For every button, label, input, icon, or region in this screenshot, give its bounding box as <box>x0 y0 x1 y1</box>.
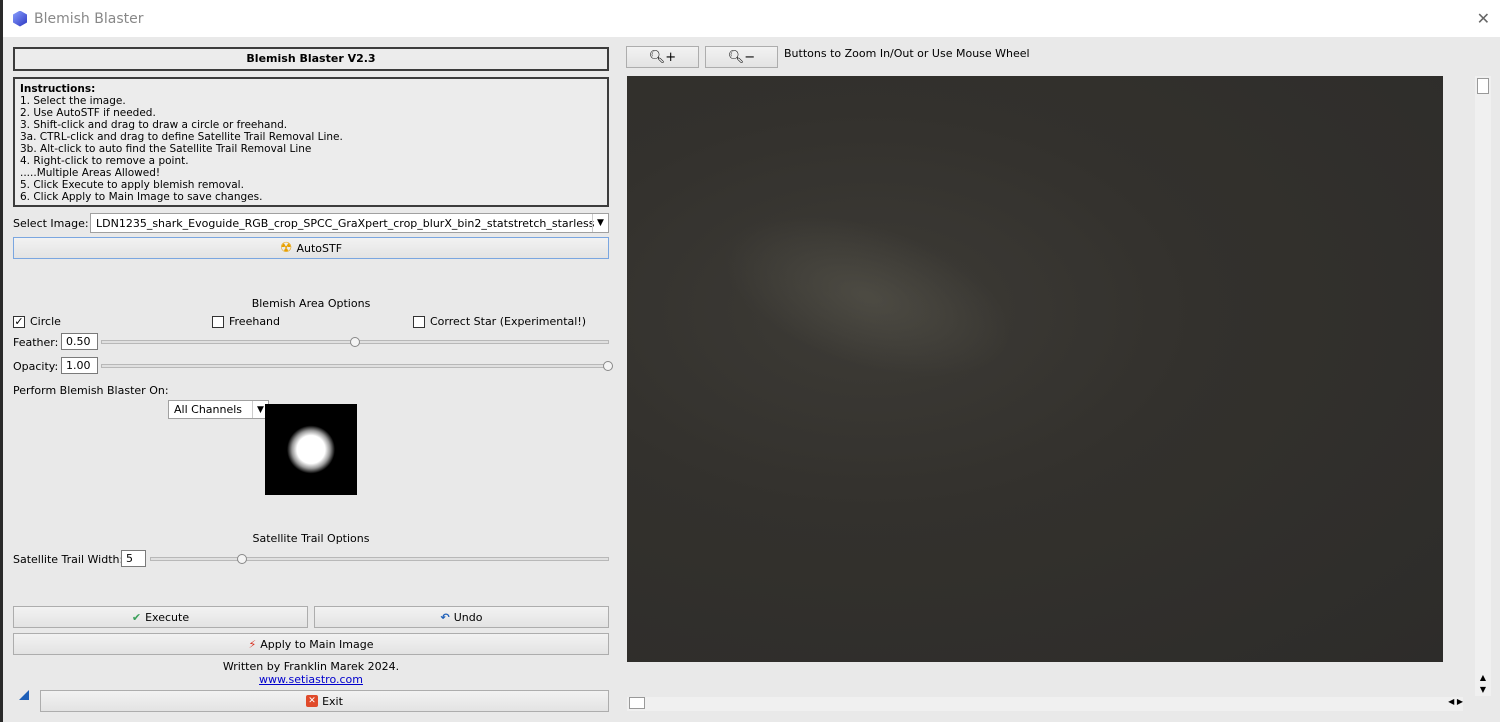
undo-button[interactable]: ↶ Undo <box>314 606 609 628</box>
instruction-line: 3. Shift-click and drag to draw a circle… <box>20 119 288 131</box>
instruction-line: 6. Click Apply to Main Image to save cha… <box>20 191 263 203</box>
autostf-label: AutoSTF <box>296 241 343 255</box>
autostf-button[interactable]: ☢ AutoSTF <box>13 237 609 259</box>
instruction-line: 1. Select the image. <box>20 95 126 107</box>
checkbox-box <box>413 315 425 328</box>
satellite-section-title: Satellite Trail Options <box>252 532 370 545</box>
trail-width-input[interactable]: 5 <box>121 550 146 567</box>
trail-width-slider-handle[interactable] <box>237 554 248 564</box>
undo-label: Undo <box>453 610 483 624</box>
scroll-arrows-icon[interactable]: ▲ ▼ <box>1475 672 1491 696</box>
image-canvas[interactable] <box>627 76 1443 662</box>
instructions: Instructions: 1. Select the image. 2. Us… <box>13 77 609 207</box>
horizontal-scrollbar[interactable]: ◀ ▶ <box>627 697 1463 711</box>
perform-on-label: Perform Blemish Blaster On: <box>13 384 169 397</box>
circle-checkbox[interactable]: ✓ Circle <box>13 315 61 328</box>
nebula-region <box>702 183 1032 409</box>
instruction-line: .....Multiple Areas Allowed! <box>20 167 161 179</box>
opacity-slider-handle[interactable] <box>603 361 613 371</box>
chevron-down-icon: ▼ <box>592 214 608 232</box>
freehand-checkbox[interactable]: Freehand <box>212 315 280 328</box>
lightning-icon: ⚡ <box>248 637 257 651</box>
window-title: Blemish Blaster <box>34 10 144 27</box>
trail-width-slider[interactable] <box>150 554 609 564</box>
title-bar: Blemish Blaster ✕ <box>3 0 1500 37</box>
correct-star-label: Correct Star (Experimental!) <box>430 315 587 328</box>
horizontal-scroll-thumb[interactable] <box>629 697 645 709</box>
close-button[interactable]: ✕ <box>1477 9 1490 28</box>
select-image-dropdown[interactable]: LDN1235_shark_Evoguide_RGB_crop_SPCC_Gra… <box>90 213 609 233</box>
check-icon: ✔ <box>131 610 142 624</box>
instruction-line: 3a. CTRL-click and drag to define Satell… <box>20 131 343 143</box>
feather-label: Feather: <box>13 336 59 349</box>
trail-width-label: Satellite Trail Width: <box>13 553 124 566</box>
select-image-label: Select Image: <box>13 217 89 230</box>
zoom-hint: Buttons to Zoom In/Out or Use Mouse Whee… <box>784 47 1030 60</box>
instruction-line: 5. Click Execute to apply blemish remova… <box>20 179 244 191</box>
zoom-out-button[interactable]: 🔍︎− <box>705 46 778 68</box>
circle-label: Circle <box>30 315 61 328</box>
vertical-scrollbar[interactable]: ▲ ▼ <box>1475 76 1491 696</box>
channels-dropdown[interactable]: All Channels ▼ <box>168 400 269 419</box>
app-logo-icon <box>13 10 27 27</box>
exit-label: Exit <box>322 694 343 708</box>
radiation-icon: ☢ <box>279 240 293 256</box>
vertical-scroll-thumb[interactable] <box>1477 78 1489 94</box>
undo-icon: ↶ <box>440 610 450 624</box>
checkbox-box <box>212 315 224 328</box>
exit-icon: ✕ <box>306 695 319 707</box>
resize-grip-icon[interactable] <box>19 690 29 700</box>
brush-preview <box>265 404 357 495</box>
apply-label: Apply to Main Image <box>260 637 374 651</box>
instruction-line: 3b. Alt-click to auto find the Satellite… <box>20 143 312 155</box>
freehand-label: Freehand <box>229 315 281 328</box>
feather-slider-handle[interactable] <box>350 337 360 347</box>
blemish-blaster-window: Blemish Blaster ✕ Blemish Blaster V2.3 I… <box>3 0 1500 722</box>
execute-button[interactable]: ✔ Execute <box>13 606 308 628</box>
feather-slider[interactable] <box>101 337 609 347</box>
website-link[interactable]: www.setiastro.com <box>259 673 363 686</box>
blemish-section-title: Blemish Area Options <box>251 297 371 310</box>
instructions-title: Instructions: <box>20 83 96 95</box>
check-icon: ✓ <box>13 314 25 328</box>
channels-value: All Channels <box>174 403 243 416</box>
instruction-line: 4. Right-click to remove a point. <box>20 155 189 167</box>
instruction-line: 2. Use AutoSTF if needed. <box>20 107 156 119</box>
opacity-label: Opacity: <box>13 360 59 373</box>
credit-text: Written by Franklin Marek 2024. <box>222 660 400 673</box>
zoom-in-button[interactable]: 🔍︎+ <box>626 46 699 68</box>
exit-button[interactable]: ✕ Exit <box>40 690 609 712</box>
correct-star-checkbox[interactable]: Correct Star (Experimental!) <box>413 315 586 328</box>
panel-header: Blemish Blaster V2.3 <box>13 47 609 71</box>
zoom-out-icon: 🔍︎− <box>727 49 756 65</box>
feather-input[interactable]: 0.50 <box>61 333 98 350</box>
execute-label: Execute <box>145 610 190 624</box>
select-image-value: LDN1235_shark_Evoguide_RGB_crop_SPCC_Gra… <box>96 216 595 230</box>
opacity-input[interactable]: 1.00 <box>61 357 98 374</box>
apply-main-image-button[interactable]: ⚡ Apply to Main Image <box>13 633 609 655</box>
scroll-left-right-icon[interactable]: ◀ ▶ <box>1448 697 1463 706</box>
opacity-slider[interactable] <box>101 361 613 371</box>
zoom-in-icon: 🔍︎+ <box>648 49 677 65</box>
